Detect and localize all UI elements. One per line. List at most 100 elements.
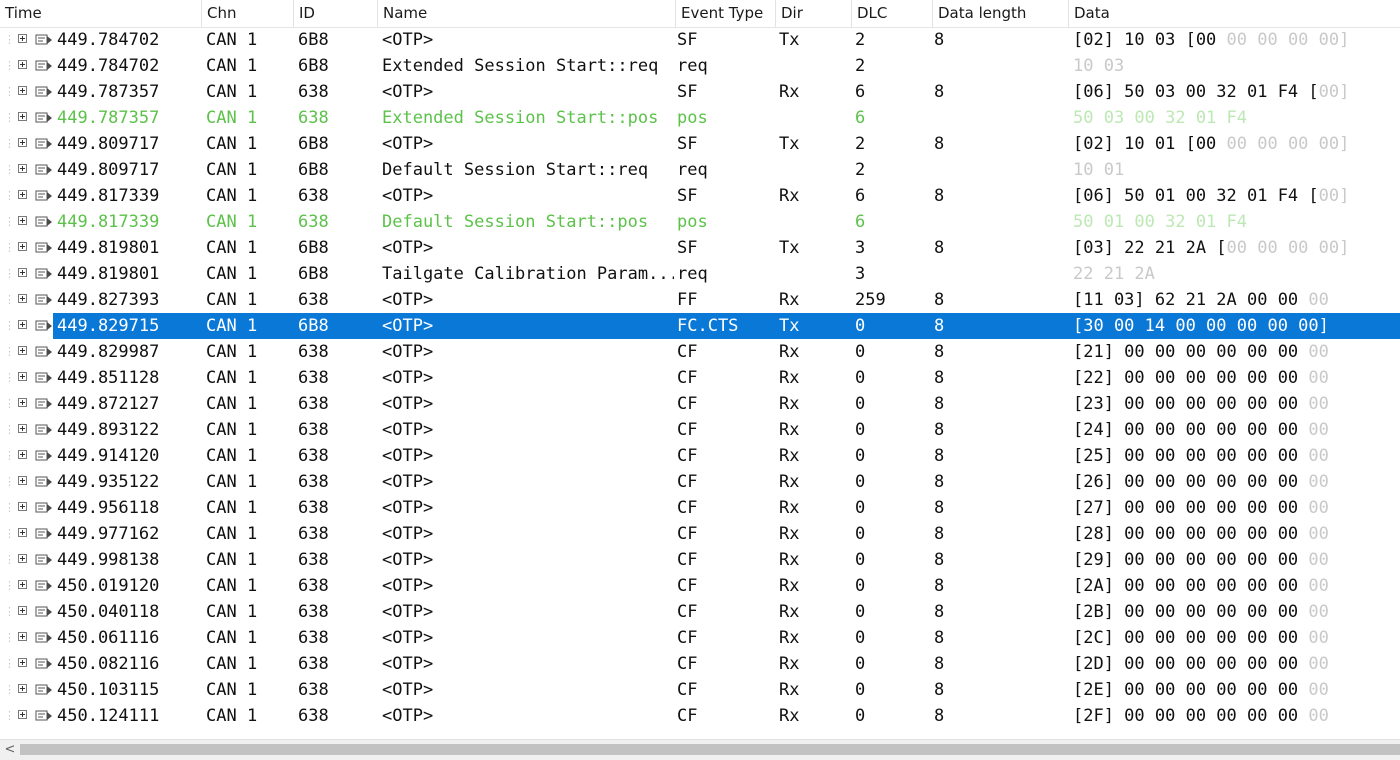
expand-plus-icon[interactable] <box>18 658 27 667</box>
expand-plus-icon[interactable] <box>18 242 27 251</box>
cell-chn: CAN 1 <box>206 628 258 648</box>
table-row[interactable]: ⋮ 449.935122 CAN 1 638 <OTP> CF Rx 0 8 [26] 00 00… <box>0 469 1400 495</box>
data-bytes-dim: 00 <box>1298 550 1329 570</box>
cell-event-type: CF <box>677 524 698 544</box>
cell-name: <OTP> <box>382 602 434 622</box>
column-header-dir[interactable]: Dir <box>776 0 852 27</box>
cell-chn: CAN 1 <box>206 420 258 440</box>
expand-plus-icon[interactable] <box>18 320 27 329</box>
table-row[interactable]: ⋮ 449.977162 CAN 1 638 <OTP> CF Rx 0 8 [28] 00 00… <box>0 521 1400 547</box>
expand-plus-icon[interactable] <box>18 580 27 589</box>
data-bytes-dim: 00 <box>1298 706 1329 726</box>
column-header-chn[interactable]: Chn <box>202 0 294 27</box>
can-message-icon <box>35 580 52 591</box>
column-header-dlc[interactable]: DLC <box>852 0 933 27</box>
expand-plus-icon[interactable] <box>18 138 27 147</box>
cell-data-length: 8 <box>934 706 945 726</box>
expand-plus-icon[interactable] <box>18 424 27 433</box>
expand-plus-icon[interactable] <box>18 216 27 225</box>
table-row[interactable]: ⋮ 450.061116 CAN 1 638 <OTP> CF Rx 0 8 [2C] 00 00… <box>0 625 1400 651</box>
table-row[interactable]: ⋮ 449.784702 CAN 1 6B8 <OTP> SF Tx 2 8 [02] 10 03… <box>0 27 1400 53</box>
tree-node: ⋮ <box>0 677 56 703</box>
expand-plus-icon[interactable] <box>18 86 27 95</box>
expand-plus-icon[interactable] <box>18 398 27 407</box>
expand-plus-icon[interactable] <box>18 112 27 121</box>
tree-line-icon: ⋮ <box>4 527 15 540</box>
cell-data: [24] 00 00 00 00 00 00 00 <box>1073 417 1400 443</box>
table-row[interactable]: ⋮ 449.829715 CAN 1 6B8 <OTP> FC.CTS Tx 0 8 [30 00… <box>0 313 1400 339</box>
expand-plus-icon[interactable] <box>18 710 27 719</box>
column-header-data-length[interactable]: Data length <box>933 0 1069 27</box>
tree-line-icon: ⋮ <box>4 189 15 202</box>
table-row[interactable]: ⋮ 449.872127 CAN 1 638 <OTP> CF Rx 0 8 [23] 00 00… <box>0 391 1400 417</box>
table-row[interactable]: ⋮ 449.829987 CAN 1 638 <OTP> CF Rx 0 8 [21] 00 00… <box>0 339 1400 365</box>
cell-event-type: CF <box>677 394 698 414</box>
cell-data: 50 01 00 32 01 F4 <box>1073 209 1400 235</box>
table-row[interactable]: ⋮ 449.817339 CAN 1 638 <OTP> SF Rx 6 8 [06] 50 01… <box>0 183 1400 209</box>
table-row[interactable]: ⋮ 450.103115 CAN 1 638 <OTP> CF Rx 0 8 [2E] 00 00… <box>0 677 1400 703</box>
table-row[interactable]: ⋮ 449.787357 CAN 1 638 Extended Session Star… <box>0 105 1400 131</box>
table-row[interactable]: ⋮ 449.827393 CAN 1 638 <OTP> FF Rx 259 8 [11 03] … <box>0 287 1400 313</box>
expand-plus-icon[interactable] <box>18 190 27 199</box>
table-row[interactable]: ⋮ 449.819801 CAN 1 6B8 <OTP> SF Tx 3 8 [03] 22 21… <box>0 235 1400 261</box>
scrollbar-thumb[interactable] <box>20 744 1400 755</box>
expand-plus-icon[interactable] <box>18 502 27 511</box>
cell-data-length <box>934 157 1068 183</box>
column-header-id[interactable]: ID <box>294 0 378 27</box>
table-row[interactable]: ⋮ 449.787357 CAN 1 638 <OTP> SF Rx 6 8 [06] 50 03… <box>0 79 1400 105</box>
expand-plus-icon[interactable] <box>18 346 27 355</box>
table-row[interactable]: ⋮ 449.817339 CAN 1 638 Default Session Start… <box>0 209 1400 235</box>
scroll-left-arrow-icon[interactable]: < <box>3 742 17 758</box>
expand-plus-icon[interactable] <box>18 60 27 69</box>
cell-data-length: 8 <box>934 82 945 102</box>
table-row[interactable]: ⋮ 449.893122 CAN 1 638 <OTP> CF Rx 0 8 [24] 00 00… <box>0 417 1400 443</box>
cell-event-type: CF <box>677 706 698 726</box>
table-row[interactable]: ⋮ 449.998138 CAN 1 638 <OTP> CF Rx 0 8 [29] 00 00… <box>0 547 1400 573</box>
table-row[interactable]: ⋮ 449.851128 CAN 1 638 <OTP> CF Rx 0 8 [22] 00 00… <box>0 365 1400 391</box>
cell-dlc: 0 <box>855 420 866 440</box>
table-row[interactable]: ⋮ 449.784702 CAN 1 6B8 Extended Session Star… <box>0 53 1400 79</box>
column-header-data[interactable]: Data <box>1069 0 1400 27</box>
cell-time: 449.914120 <box>57 446 160 466</box>
trace-table-body[interactable]: ⋮ 449.784702 CAN 1 6B8 <OTP> SF Tx 2 8 [02] 10 03… <box>0 27 1400 739</box>
column-header-name[interactable]: Name <box>378 0 676 27</box>
table-row[interactable]: ⋮ 450.082116 CAN 1 638 <OTP> CF Rx 0 8 [2D] 00 00… <box>0 651 1400 677</box>
tree-node: ⋮ <box>0 105 56 131</box>
table-row[interactable]: ⋮ 449.809717 CAN 1 6B8 Default Session Start… <box>0 157 1400 183</box>
cell-name: <OTP> <box>382 550 434 570</box>
expand-plus-icon[interactable] <box>18 476 27 485</box>
expand-plus-icon[interactable] <box>18 554 27 563</box>
tree-line-icon: ⋮ <box>4 553 15 566</box>
cell-time: 449.787357 <box>57 108 160 128</box>
expand-plus-icon[interactable] <box>18 632 27 641</box>
expand-plus-icon[interactable] <box>18 606 27 615</box>
tree-line-icon: ⋮ <box>4 397 15 410</box>
cell-name: <OTP> <box>382 316 434 336</box>
table-row[interactable]: ⋮ 449.809717 CAN 1 6B8 <OTP> SF Tx 2 8 [02] 10 01… <box>0 131 1400 157</box>
expand-plus-icon[interactable] <box>18 294 27 303</box>
table-row[interactable]: ⋮ 449.914120 CAN 1 638 <OTP> CF Rx 0 8 [25] 00 00… <box>0 443 1400 469</box>
cell-event-type: CF <box>677 654 698 674</box>
table-row[interactable]: ⋮ 449.956118 CAN 1 638 <OTP> CF Rx 0 8 [27] 00 00… <box>0 495 1400 521</box>
expand-plus-icon[interactable] <box>18 450 27 459</box>
cell-time: 449.784702 <box>57 30 160 50</box>
column-header-event-type[interactable]: Event Type <box>676 0 776 27</box>
can-message-icon <box>35 424 52 435</box>
cell-id: 638 <box>298 368 329 388</box>
table-row[interactable]: ⋮ 449.819801 CAN 1 6B8 Tailgate Calibration … <box>0 261 1400 287</box>
cell-chn: CAN 1 <box>206 368 258 388</box>
expand-plus-icon[interactable] <box>18 684 27 693</box>
table-row[interactable]: ⋮ 450.019120 CAN 1 638 <OTP> CF Rx 0 8 [2A] 00 00… <box>0 573 1400 599</box>
expand-plus-icon[interactable] <box>18 164 27 173</box>
table-row[interactable]: ⋮ 450.124111 CAN 1 638 <OTP> CF Rx 0 8 [2F] 00 00… <box>0 703 1400 729</box>
cell-data: [30 00 14 00 00 00 00 00] <box>1073 313 1400 339</box>
expand-plus-icon[interactable] <box>18 268 27 277</box>
table-row[interactable]: ⋮ 450.040118 CAN 1 638 <OTP> CF Rx 0 8 [2B] 00 00… <box>0 599 1400 625</box>
expand-plus-icon[interactable] <box>18 34 27 43</box>
cell-event-type: CF <box>677 342 698 362</box>
column-header-time[interactable]: Time <box>0 0 202 27</box>
expand-plus-icon[interactable] <box>18 372 27 381</box>
expand-plus-icon[interactable] <box>18 528 27 537</box>
horizontal-scrollbar[interactable]: < <box>0 739 1400 760</box>
data-bytes: [2D] 00 00 00 00 00 00 <box>1073 654 1299 674</box>
